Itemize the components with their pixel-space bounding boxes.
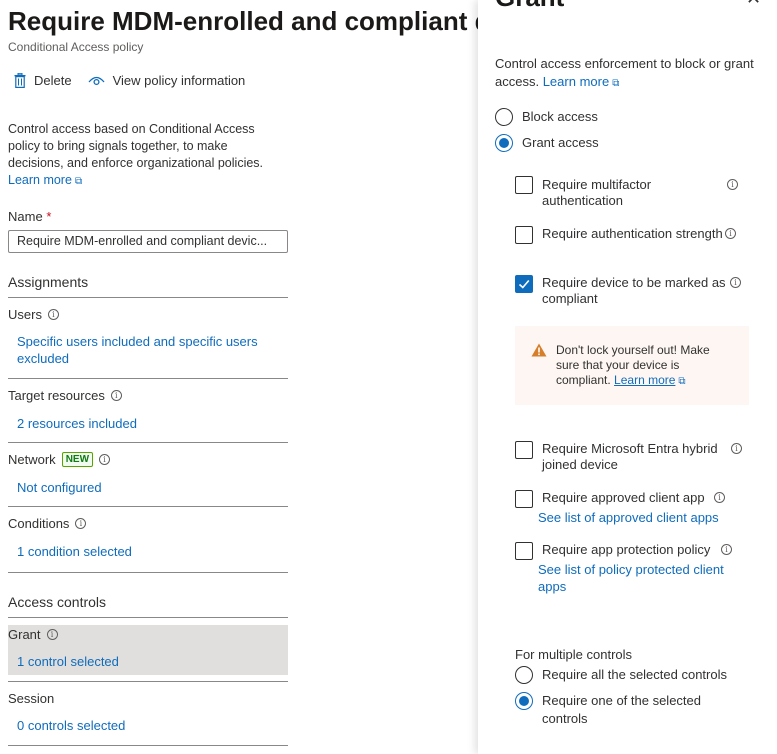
require-auth-strength-label: Require authentication strength bbox=[542, 226, 723, 241]
network-link[interactable]: Not configured bbox=[17, 479, 277, 496]
block-access-label: Block access bbox=[522, 109, 598, 124]
protected-apps-list-link[interactable]: See list of policy protected client apps bbox=[538, 561, 738, 595]
info-icon[interactable]: i bbox=[721, 544, 732, 555]
target-resources-label: Target resources i bbox=[8, 388, 122, 403]
require-mfa-label: Require multifactor authentication bbox=[542, 177, 652, 208]
new-badge: NEW bbox=[61, 452, 94, 467]
divider bbox=[8, 442, 288, 443]
require-all-controls-radio[interactable] bbox=[515, 666, 533, 684]
eye-icon bbox=[88, 75, 105, 86]
require-one-control-radio[interactable] bbox=[515, 692, 533, 710]
session-link[interactable]: 0 controls selected bbox=[17, 717, 277, 734]
page-title: Require MDM-enrolled and compliant devi bbox=[8, 6, 478, 36]
users-selection-link[interactable]: Specific users included and specific use… bbox=[17, 333, 277, 367]
session-label: Session bbox=[8, 691, 55, 706]
name-input[interactable]: Require MDM-enrolled and compliant devic… bbox=[8, 230, 288, 253]
require-mfa-checkbox[interactable] bbox=[515, 176, 533, 194]
divider bbox=[8, 617, 288, 618]
target-resources-link[interactable]: 2 resources included bbox=[17, 415, 277, 432]
policy-description-text: Control access based on Conditional Acce… bbox=[8, 122, 264, 170]
required-mark: * bbox=[46, 209, 52, 224]
panel-learn-more-link[interactable]: Learn more ⧉ bbox=[543, 74, 620, 89]
require-hybrid-joined-checkbox[interactable] bbox=[515, 441, 533, 459]
require-app-protection-label: Require app protection policy bbox=[542, 542, 711, 557]
require-app-protection-checkbox[interactable] bbox=[515, 542, 533, 560]
warning-text: Don't lock yourself out! Make sure that … bbox=[556, 343, 710, 387]
info-icon[interactable]: i bbox=[46, 629, 58, 640]
divider bbox=[8, 681, 288, 682]
users-label: Users i bbox=[8, 307, 59, 322]
info-icon[interactable]: i bbox=[727, 179, 738, 190]
delete-button[interactable]: Delete bbox=[14, 73, 72, 88]
external-link-icon: ⧉ bbox=[678, 376, 686, 387]
require-compliant-device-checkbox[interactable] bbox=[515, 275, 533, 293]
info-icon[interactable]: i bbox=[725, 228, 736, 239]
info-icon[interactable]: i bbox=[75, 518, 87, 529]
divider bbox=[8, 745, 288, 746]
conditions-label: Conditions i bbox=[8, 516, 87, 531]
delete-label: Delete bbox=[34, 73, 72, 88]
trash-icon bbox=[14, 73, 26, 88]
divider bbox=[8, 572, 288, 573]
multiple-controls-label: For multiple controls bbox=[515, 647, 633, 662]
access-controls-heading: Access controls bbox=[8, 594, 107, 610]
info-icon[interactable]: i bbox=[47, 309, 59, 320]
conditions-link[interactable]: 1 condition selected bbox=[17, 543, 277, 560]
divider bbox=[8, 506, 288, 507]
external-link-icon: ⧉ bbox=[612, 78, 620, 89]
info-icon[interactable]: i bbox=[99, 454, 111, 465]
close-icon[interactable]: ✕ bbox=[746, 0, 761, 9]
name-label: Name * bbox=[8, 209, 52, 224]
panel-title: Grant bbox=[495, 0, 564, 13]
page-subtitle: Conditional Access policy bbox=[8, 40, 144, 54]
divider bbox=[8, 297, 288, 298]
warning-icon bbox=[531, 343, 547, 357]
view-policy-information-label: View policy information bbox=[112, 73, 246, 88]
view-policy-information-button[interactable]: View policy information bbox=[88, 73, 246, 88]
policy-editor-pane: Require MDM-enrolled and compliant devi … bbox=[0, 0, 478, 754]
grant-access-radio[interactable] bbox=[495, 134, 513, 152]
panel-description: Control access enforcement to block or g… bbox=[495, 56, 754, 89]
checkmark-icon bbox=[518, 279, 530, 289]
divider bbox=[8, 378, 288, 379]
assignments-heading: Assignments bbox=[8, 274, 89, 290]
grant-label: Grant i bbox=[8, 627, 58, 642]
external-link-icon: ⧉ bbox=[74, 176, 83, 187]
approved-apps-list-link[interactable]: See list of approved client apps bbox=[538, 509, 738, 526]
info-icon[interactable]: i bbox=[714, 492, 725, 503]
learn-more-link[interactable]: Learn more ⧉ bbox=[8, 173, 82, 187]
require-one-control-label: Require one of the selected controls bbox=[542, 693, 701, 726]
require-hybrid-joined-label: Require Microsoft Entra hybrid joined de… bbox=[542, 441, 718, 472]
grant-panel: Grant ✕ Control access enforcement to bl… bbox=[478, 0, 777, 754]
require-compliant-device-label: Require device to be marked as compliant bbox=[542, 275, 726, 306]
lockout-warning: Don't lock yourself out! Make sure that … bbox=[515, 326, 749, 405]
policy-description: Control access based on Conditional Acce… bbox=[8, 121, 278, 190]
info-icon[interactable]: i bbox=[110, 390, 122, 401]
require-approved-app-label: Require approved client app bbox=[542, 490, 705, 505]
grant-access-label: Grant access bbox=[522, 135, 599, 150]
network-label: Network NEW i bbox=[8, 452, 111, 467]
grant-link[interactable]: 1 control selected bbox=[17, 653, 277, 670]
info-icon[interactable]: i bbox=[730, 277, 741, 288]
require-auth-strength-checkbox[interactable] bbox=[515, 226, 533, 244]
require-all-controls-label: Require all the selected controls bbox=[542, 667, 727, 682]
warning-learn-more-link[interactable]: Learn more bbox=[614, 373, 675, 387]
toolbar: Delete View policy information bbox=[14, 73, 261, 88]
info-icon[interactable]: i bbox=[731, 443, 742, 454]
require-approved-app-checkbox[interactable] bbox=[515, 490, 533, 508]
block-access-radio[interactable] bbox=[495, 108, 513, 126]
